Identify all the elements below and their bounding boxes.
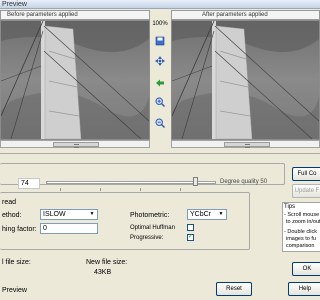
progressive-checkbox[interactable]: ✓ — [187, 234, 194, 241]
optimal-huffman-label: Optimal Huffman — [130, 225, 175, 231]
before-image-view[interactable] — [0, 20, 150, 140]
method-select[interactable]: ISLOW ▼ — [40, 209, 98, 220]
photometric-value: YCbCr — [190, 211, 212, 218]
zoom-in-icon[interactable] — [155, 97, 165, 107]
slider-tick — [100, 188, 101, 191]
preview-footer-label: Preview — [2, 287, 27, 294]
file-size-label: l file size: — [2, 259, 31, 266]
chevron-down-icon: ▼ — [218, 211, 224, 217]
progressive-label: Progressive: — [130, 235, 164, 241]
help-button[interactable]: Help — [288, 282, 320, 296]
reset-button[interactable]: Reset — [216, 282, 252, 296]
after-horizontal-scrollbar[interactable] — [171, 140, 320, 148]
quality-slider-track[interactable] — [46, 181, 216, 184]
ok-button[interactable]: OK — [292, 262, 320, 276]
after-image — [172, 21, 319, 139]
check-icon: ✓ — [188, 234, 194, 240]
update-button[interactable]: Update F — [292, 184, 320, 198]
method-label: ethod: — [2, 212, 22, 219]
after-label: After parameters applied — [202, 12, 268, 18]
photometric-select[interactable]: YCbCr ▼ — [187, 209, 227, 220]
new-file-size-value: 43KB — [94, 269, 112, 276]
section-label: read — [2, 199, 17, 206]
zoom-out-icon[interactable] — [155, 118, 165, 128]
slider-tick — [140, 188, 141, 191]
quality-slider-thumb[interactable] — [193, 177, 198, 186]
before-panel-header: Before parameters applied — [0, 10, 150, 20]
move-icon[interactable] — [155, 56, 165, 66]
after-image-view[interactable] — [171, 20, 320, 140]
tips-line: to zoom in/out — [286, 219, 320, 225]
chevron-down-icon: ▼ — [89, 211, 95, 217]
after-scroll-thumb[interactable] — [224, 142, 270, 148]
save-icon[interactable] — [155, 36, 165, 46]
smoothing-input[interactable]: 0 — [40, 223, 98, 234]
zoom-level: 100% — [152, 21, 168, 27]
before-label: Before parameters applied — [7, 12, 78, 18]
quality-input[interactable]: 74 — [18, 178, 40, 189]
before-scroll-thumb[interactable] — [53, 142, 99, 148]
new-file-size-label: New file size: — [86, 259, 128, 266]
before-horizontal-scrollbar[interactable] — [0, 140, 150, 148]
method-value: ISLOW — [43, 211, 66, 218]
title-bar: Preview — [0, 0, 320, 9]
window-title: Preview — [2, 1, 27, 8]
slider-tick — [180, 188, 181, 191]
before-image — [1, 21, 149, 139]
slider-tick — [60, 188, 61, 191]
tips-line: comparison — [286, 243, 315, 249]
arrow-left-icon[interactable] — [155, 78, 165, 88]
after-panel-header: After parameters applied — [171, 10, 320, 20]
photometric-label: Photometric: — [130, 212, 170, 219]
smoothing-label: hing factor: — [2, 226, 37, 233]
options-group — [0, 192, 250, 250]
full-compare-button[interactable]: Full Co — [292, 167, 320, 181]
optimal-huffman-checkbox[interactable] — [187, 224, 194, 231]
quality-caption: Degree quality 50 — [220, 179, 268, 185]
